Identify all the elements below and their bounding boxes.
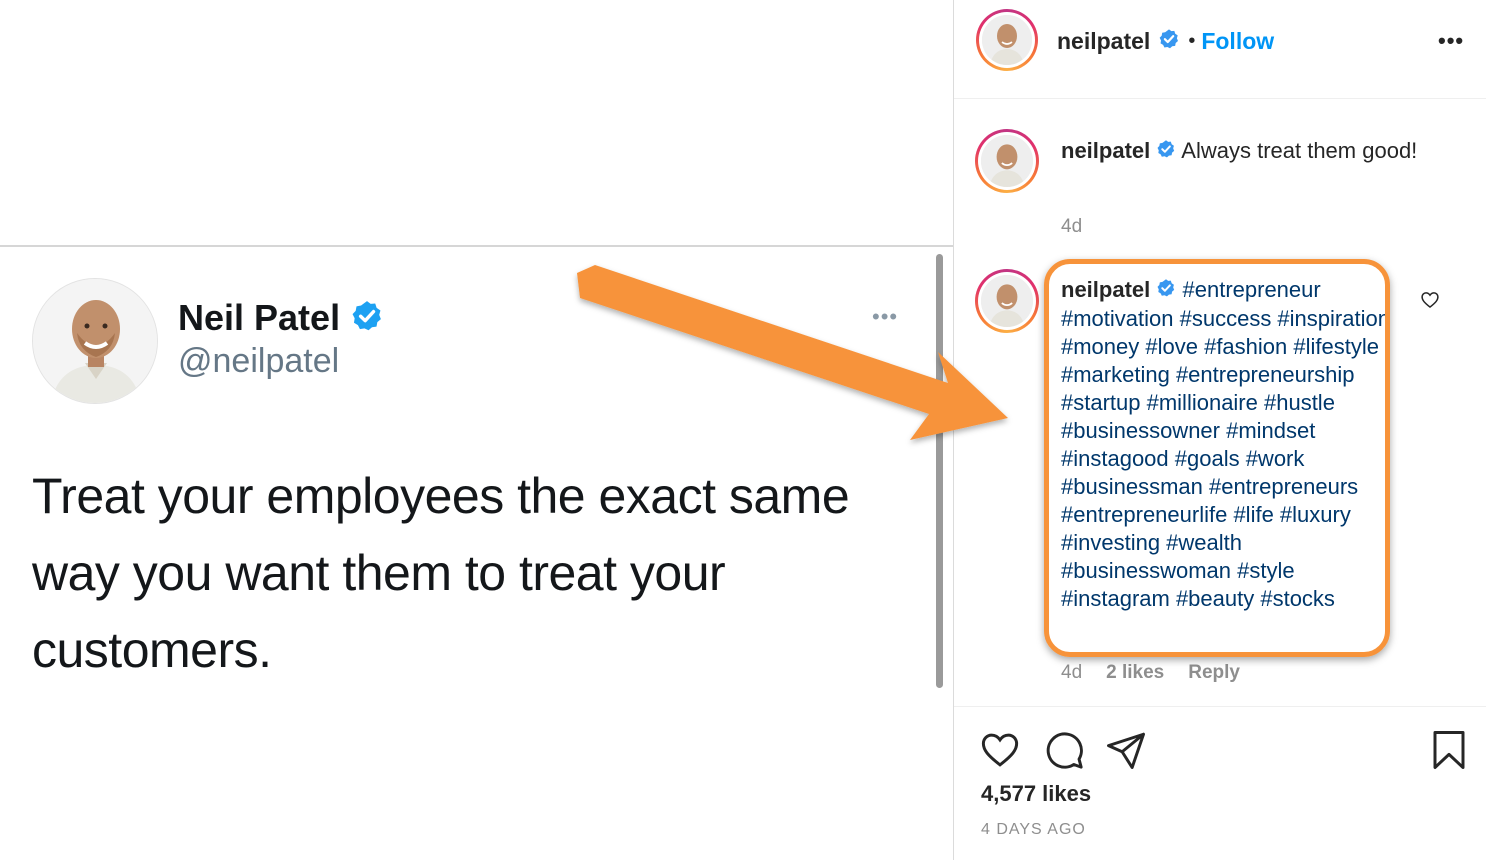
post-header: neilpatel • Follow ••• bbox=[954, 0, 1486, 99]
separator-dot: • bbox=[1188, 29, 1196, 52]
reply-button[interactable]: Reply bbox=[1188, 662, 1240, 684]
post-image: Neil Patel @neilpatel ••• Treat your emp… bbox=[0, 0, 953, 860]
share-icon[interactable] bbox=[1105, 729, 1147, 776]
instagram-post-panel: neilpatel • Follow ••• neilpatel Always … bbox=[953, 0, 1486, 860]
action-bar: 4,577 likes 4 DAYS AGO bbox=[954, 706, 1486, 860]
comment-timestamp[interactable]: 4d bbox=[1061, 662, 1082, 684]
heart-icon[interactable] bbox=[1420, 290, 1440, 315]
post-date[interactable]: 4 DAYS AGO bbox=[981, 821, 1086, 839]
username-link[interactable]: neilpatel bbox=[1061, 277, 1150, 302]
header-user-row: neilpatel • Follow bbox=[1057, 26, 1274, 56]
avatar[interactable] bbox=[975, 129, 1039, 193]
hashtags[interactable]: #entrepreneur #motivation #success #insp… bbox=[1061, 277, 1390, 611]
verified-icon bbox=[1156, 277, 1176, 305]
tweet-author-row: Neil Patel bbox=[178, 296, 384, 340]
tweet-text: Treat your employees the exact same way … bbox=[32, 468, 850, 678]
comment-meta: 4d 2 likes Reply bbox=[1061, 662, 1240, 684]
tweet-avatar bbox=[32, 278, 158, 404]
scrollbar bbox=[936, 254, 943, 688]
comment-icon[interactable] bbox=[1043, 729, 1085, 776]
comment-likes[interactable]: 2 likes bbox=[1106, 662, 1164, 684]
bookmark-icon[interactable] bbox=[1428, 729, 1470, 776]
heart-icon[interactable] bbox=[979, 729, 1021, 776]
more-horizontal-icon: ••• bbox=[872, 304, 899, 329]
follow-button[interactable]: Follow bbox=[1201, 28, 1274, 55]
avatar[interactable] bbox=[975, 269, 1039, 333]
more-options-button[interactable]: ••• bbox=[1438, 28, 1464, 54]
verified-icon bbox=[1156, 138, 1176, 166]
caption-timestamp[interactable]: 4d bbox=[1061, 216, 1082, 238]
verified-icon bbox=[350, 299, 384, 338]
username-link[interactable]: neilpatel bbox=[1057, 28, 1150, 55]
verified-icon bbox=[1158, 28, 1180, 55]
hashtag-comment: neilpatel #entrepreneur #motivation #suc… bbox=[1061, 276, 1391, 613]
likes-count[interactable]: 4,577 likes bbox=[981, 781, 1091, 807]
username-link[interactable]: neilpatel bbox=[1061, 138, 1150, 163]
caption-text: Always treat them good! bbox=[1181, 138, 1418, 163]
tweet-author-name: Neil Patel bbox=[178, 297, 341, 338]
caption: neilpatel Always treat them good! bbox=[1061, 137, 1421, 166]
divider bbox=[0, 245, 953, 247]
tweet-author-handle: @neilpatel bbox=[178, 342, 340, 380]
avatar[interactable] bbox=[976, 9, 1038, 71]
